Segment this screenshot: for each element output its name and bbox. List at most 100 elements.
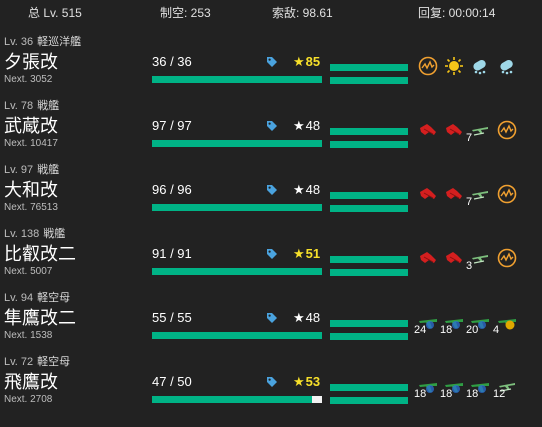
tag-icon[interactable] xyxy=(266,120,278,132)
equipment-slot[interactable] xyxy=(444,184,464,206)
ship-name[interactable]: 比叡改二 xyxy=(4,240,76,266)
condition-value: 48 xyxy=(305,182,321,197)
ship-level-line: Lv. 72 軽空母 xyxy=(4,353,70,369)
ship-row[interactable]: Lv. 72 軽空母 飛鷹改 Next. 2708 47 / 50 ★53 18 … xyxy=(0,352,542,414)
ship-row[interactable]: Lv. 94 軽空母 隼鷹改二 Next. 1538 55 / 55 ★48 24… xyxy=(0,288,542,350)
condition-value: 48 xyxy=(305,118,321,133)
ship-name[interactable]: 大和改 xyxy=(4,176,58,202)
main-gun-icon xyxy=(444,252,464,272)
hp-bar-fill xyxy=(152,76,322,83)
radar-icon xyxy=(497,248,517,272)
ship-name[interactable]: 飛鷹改 xyxy=(4,368,58,394)
ship-level-line: Lv. 97 戦艦 xyxy=(4,161,59,177)
equipment-slot[interactable] xyxy=(444,120,464,142)
hp-bar-missing xyxy=(312,396,322,403)
recovery-timer: 回复: 00:00:14 xyxy=(418,6,496,20)
slot-count: 3 xyxy=(466,260,473,272)
ship-name[interactable]: 夕張改 xyxy=(4,48,58,74)
hp-bar xyxy=(152,268,322,275)
ship-row[interactable]: Lv. 36 軽巡洋艦 夕張改 Next. 3052 36 / 36 ★85 xyxy=(0,32,542,94)
equipment-slot[interactable]: 4 xyxy=(493,312,517,336)
hp-bar-fill xyxy=(152,140,322,147)
equipment-slot[interactable]: 7 xyxy=(466,184,490,208)
equipment-slot[interactable] xyxy=(497,184,517,206)
tag-icon[interactable] xyxy=(266,376,278,388)
fuel-bar xyxy=(330,64,408,71)
tag-icon[interactable] xyxy=(266,184,278,196)
ship-type: 戦艦 xyxy=(37,100,60,112)
equipment-slot[interactable]: 18 xyxy=(440,376,464,400)
ammo-bar xyxy=(330,141,408,148)
tag-icon[interactable] xyxy=(266,56,278,68)
equipment-slot[interactable]: 18 xyxy=(466,376,490,400)
equipment-slot[interactable] xyxy=(497,56,517,78)
ship-level-line: Lv. 94 軽空母 xyxy=(4,289,70,305)
hp-bar xyxy=(152,396,322,403)
tag-icon[interactable] xyxy=(266,248,278,260)
star-icon: ★ xyxy=(293,374,305,389)
equipment-slot[interactable] xyxy=(444,248,464,270)
depth-charge-icon xyxy=(497,60,517,80)
ship-type: 戦艦 xyxy=(43,228,66,240)
seaplane-icon xyxy=(470,191,490,208)
equipment-slot[interactable] xyxy=(470,56,490,78)
ship-type: 軽空母 xyxy=(37,292,71,304)
total-level: 总 Lv. 515 xyxy=(28,6,82,20)
equipment-slot[interactable] xyxy=(497,120,517,142)
main-gun-icon xyxy=(418,124,438,144)
equipment-slot[interactable]: 18 xyxy=(440,312,464,336)
ship-name[interactable]: 武蔵改 xyxy=(4,112,58,138)
ship-condition: ★51 xyxy=(293,246,320,262)
star-icon: ★ xyxy=(293,54,305,69)
ship-hp: 47 / 50 xyxy=(152,374,192,389)
slot-count: 20 xyxy=(466,324,479,336)
fuel-bar xyxy=(330,384,408,391)
equipment-slot[interactable] xyxy=(418,56,438,78)
equipment-slot[interactable] xyxy=(418,248,438,270)
equipment-slot[interactable]: 20 xyxy=(466,312,490,336)
equipment-slot[interactable]: 12 xyxy=(493,376,517,400)
radar-icon xyxy=(497,184,517,208)
ammo-bar xyxy=(330,77,408,84)
equipment-slot[interactable]: 24 xyxy=(414,312,438,336)
equipment-slot[interactable]: 7 xyxy=(466,120,490,144)
ship-hp: 36 / 36 xyxy=(152,54,192,69)
ship-level: Lv. 36 xyxy=(4,36,34,48)
ship-condition: ★48 xyxy=(293,310,320,326)
tag-icon[interactable] xyxy=(266,312,278,324)
equipment-slot[interactable]: 18 xyxy=(414,376,438,400)
condition-value: 53 xyxy=(305,374,321,389)
hp-bar xyxy=(152,332,322,339)
fuel-bar xyxy=(330,320,408,327)
equipment-slot[interactable]: 3 xyxy=(466,248,490,272)
ammo-bar xyxy=(330,333,408,340)
ship-type: 戦艦 xyxy=(37,164,60,176)
hp-bar xyxy=(152,140,322,147)
ammo-bar xyxy=(330,269,408,276)
fuel-bar xyxy=(330,128,408,135)
slot-count: 24 xyxy=(414,324,427,336)
ship-condition: ★48 xyxy=(293,118,320,134)
slot-count: 7 xyxy=(466,132,473,144)
ship-level: Lv. 94 xyxy=(4,292,34,304)
equipment-slot[interactable] xyxy=(418,184,438,206)
ship-next-exp: Next. 2708 xyxy=(4,394,53,405)
condition-value: 48 xyxy=(305,310,321,325)
ship-row[interactable]: Lv. 138 戦艦 比叡改二 Next. 5007 91 / 91 ★51 3 xyxy=(0,224,542,286)
hp-bar-fill xyxy=(152,204,322,211)
ship-next-exp: Next. 5007 xyxy=(4,266,53,277)
ship-next-exp: Next. 3052 xyxy=(4,74,53,85)
ammo-bar xyxy=(330,205,408,212)
ship-row[interactable]: Lv. 78 戦艦 武蔵改 Next. 10417 97 / 97 ★48 7 xyxy=(0,96,542,158)
ship-row[interactable]: Lv. 97 戦艦 大和改 Next. 76513 96 / 96 ★48 7 xyxy=(0,160,542,222)
ship-level: Lv. 72 xyxy=(4,356,34,368)
condition-value: 85 xyxy=(305,54,321,69)
equipment-slot[interactable] xyxy=(497,248,517,270)
ship-name[interactable]: 隼鷹改二 xyxy=(4,304,76,330)
equipment-slot[interactable] xyxy=(418,120,438,142)
equipment-slot[interactable] xyxy=(444,56,464,78)
slot-count: 12 xyxy=(493,388,506,400)
star-icon: ★ xyxy=(293,118,305,133)
ship-level: Lv. 78 xyxy=(4,100,34,112)
main-gun-icon xyxy=(444,188,464,208)
